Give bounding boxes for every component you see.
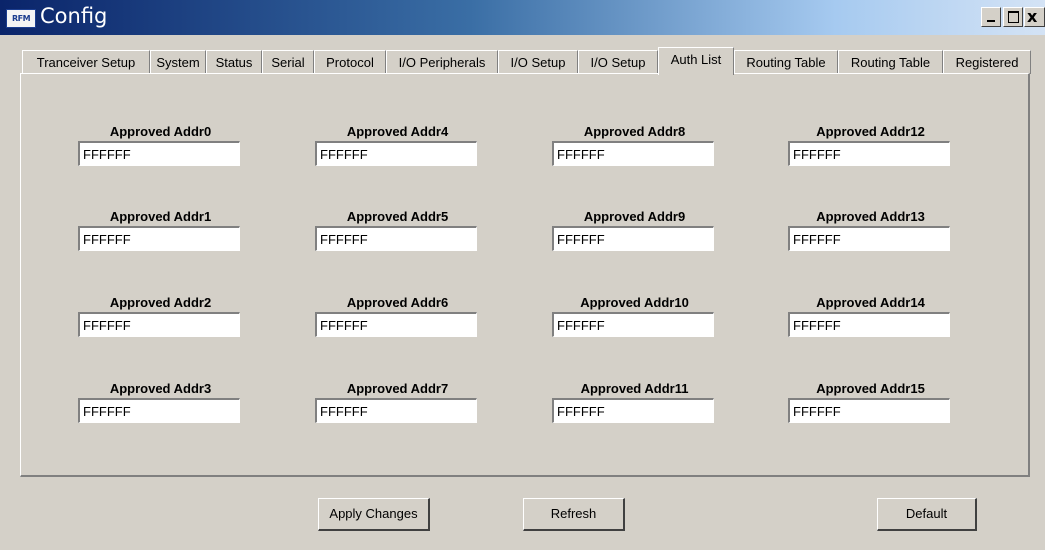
- approved-addr-1-input[interactable]: [78, 226, 240, 251]
- approved-addr-2-input[interactable]: [78, 312, 240, 337]
- approved-addr-15: Approved Addr15: [788, 380, 953, 423]
- approved-addr-14: Approved Addr14: [788, 294, 953, 337]
- tab-serial[interactable]: Serial: [262, 50, 314, 74]
- field-label: Approved Addr7: [346, 381, 449, 396]
- field-label: Approved Addr11: [580, 381, 689, 396]
- approved-addr-12-input[interactable]: [788, 141, 950, 166]
- approved-addr-5-input[interactable]: [315, 226, 477, 251]
- approved-addr-14-input[interactable]: [788, 312, 950, 337]
- refresh-button[interactable]: Refresh: [523, 498, 625, 531]
- field-label: Approved Addr5: [346, 209, 449, 224]
- approved-addr-12: Approved Addr12: [788, 123, 953, 166]
- minimize-icon: [987, 20, 995, 22]
- approved-addr-3-input[interactable]: [78, 398, 240, 423]
- config-window: RFM Config x Tranceiver Setup System Sta…: [0, 0, 1045, 550]
- field-label: Approved Addr14: [816, 295, 925, 310]
- approved-addr-13-input[interactable]: [788, 226, 950, 251]
- tab-io-peripherals[interactable]: I/O Peripherals: [386, 50, 498, 74]
- field-label: Approved Addr13: [816, 209, 925, 224]
- apply-changes-button[interactable]: Apply Changes: [318, 498, 430, 531]
- approved-addr-0-input[interactable]: [78, 141, 240, 166]
- field-label: Approved Addr4: [346, 124, 449, 139]
- approved-addr-13: Approved Addr13: [788, 208, 953, 251]
- approved-addr-5: Approved Addr5: [315, 208, 480, 251]
- tab-io-setup-2[interactable]: I/O Setup: [578, 50, 658, 74]
- approved-addr-11-input[interactable]: [552, 398, 714, 423]
- close-button[interactable]: x: [1024, 7, 1045, 27]
- default-button[interactable]: Default: [877, 498, 977, 531]
- field-label: Approved Addr6: [346, 295, 449, 310]
- approved-addr-1: Approved Addr1: [78, 208, 243, 251]
- field-label: Approved Addr8: [583, 124, 686, 139]
- tab-routing-table-1[interactable]: Routing Table: [734, 50, 838, 74]
- approved-addr-11: Approved Addr11: [552, 380, 717, 423]
- tab-status[interactable]: Status: [206, 50, 262, 74]
- approved-addr-3: Approved Addr3: [78, 380, 243, 423]
- approved-addr-9-input[interactable]: [552, 226, 714, 251]
- tab-protocol[interactable]: Protocol: [314, 50, 386, 74]
- field-label: Approved Addr10: [580, 295, 689, 310]
- field-label: Approved Addr12: [816, 124, 925, 139]
- approved-addr-0: Approved Addr0: [78, 123, 243, 166]
- tab-auth-list[interactable]: Auth List: [658, 47, 734, 75]
- maximize-button[interactable]: [1003, 7, 1023, 27]
- tab-system[interactable]: System: [150, 50, 206, 74]
- tab-routing-table-2[interactable]: Routing Table: [838, 50, 943, 74]
- field-label: Approved Addr2: [109, 295, 212, 310]
- auth-list-panel: Approved Addr0 Approved Addr1 Approved A…: [20, 73, 1030, 477]
- tab-registered[interactable]: Registered: [943, 50, 1031, 74]
- approved-addr-4-input[interactable]: [315, 141, 477, 166]
- maximize-icon: [1008, 11, 1019, 23]
- close-icon: x: [1027, 7, 1038, 26]
- app-icon: RFM: [6, 9, 36, 28]
- approved-addr-7-input[interactable]: [315, 398, 477, 423]
- tab-tranceiver-setup[interactable]: Tranceiver Setup: [22, 50, 150, 74]
- field-label: Approved Addr9: [583, 209, 686, 224]
- field-label: Approved Addr1: [109, 209, 212, 224]
- approved-addr-9: Approved Addr9: [552, 208, 717, 251]
- window-title: Config: [40, 4, 108, 28]
- approved-addr-15-input[interactable]: [788, 398, 950, 423]
- approved-addr-6-input[interactable]: [315, 312, 477, 337]
- approved-addr-7: Approved Addr7: [315, 380, 480, 423]
- approved-addr-10: Approved Addr10: [552, 294, 717, 337]
- approved-addr-2: Approved Addr2: [78, 294, 243, 337]
- field-label: Approved Addr3: [109, 381, 212, 396]
- tab-io-setup-1[interactable]: I/O Setup: [498, 50, 578, 74]
- approved-addr-8-input[interactable]: [552, 141, 714, 166]
- approved-addr-6: Approved Addr6: [315, 294, 480, 337]
- approved-addr-8: Approved Addr8: [552, 123, 717, 166]
- approved-addr-4: Approved Addr4: [315, 123, 480, 166]
- title-bar[interactable]: RFM Config x: [0, 0, 1045, 35]
- approved-addr-10-input[interactable]: [552, 312, 714, 337]
- field-label: Approved Addr0: [109, 124, 212, 139]
- tab-strip: Tranceiver Setup System Status Serial Pr…: [22, 47, 1037, 75]
- minimize-button[interactable]: [981, 7, 1001, 27]
- field-label: Approved Addr15: [816, 381, 925, 396]
